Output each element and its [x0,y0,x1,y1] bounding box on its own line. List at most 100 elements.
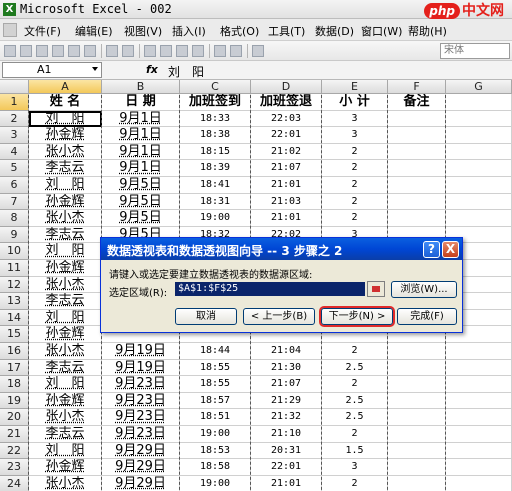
header-cell[interactable]: 加班签到 [180,94,251,111]
table-cell[interactable] [388,343,446,360]
table-cell[interactable]: 9月23日 [102,409,180,426]
table-cell[interactable]: 18:51 [180,409,251,426]
menu-data[interactable]: 数据(D) [315,23,354,39]
table-cell[interactable] [388,110,446,128]
row-header[interactable]: 14 [0,309,29,327]
table-cell[interactable]: 2 [322,426,388,443]
table-cell[interactable]: 刘 阳 [29,309,102,327]
paste-icon[interactable] [176,45,188,57]
row-header[interactable]: 20 [0,409,29,426]
header-cell[interactable]: 备注 [388,94,446,111]
table-cell[interactable] [446,359,512,377]
table-cell[interactable]: 9月19日 [102,343,180,360]
table-cell[interactable]: 21:10 [251,426,322,443]
table-cell[interactable]: 李志云 [29,426,102,443]
table-cell[interactable]: 18:39 [180,160,251,177]
table-cell[interactable]: 19:00 [180,210,251,227]
finish-button[interactable]: 完成(F) [397,308,457,325]
table-cell[interactable]: 李志云 [29,293,102,310]
table-cell[interactable]: 张小杰 [29,210,102,227]
print-icon[interactable] [68,45,80,57]
menu-help[interactable]: 帮助(H) [408,23,447,39]
row-header[interactable]: 2 [0,110,29,128]
column-header-d[interactable]: D [251,80,322,94]
next-button[interactable]: 下一步(N) > [321,308,393,325]
menu-tools[interactable]: 工具(T) [268,23,305,39]
collapse-dialog-button[interactable] [367,281,385,297]
spelling-icon[interactable] [106,45,118,57]
table-cell[interactable] [446,343,512,360]
table-cell[interactable]: 张小杰 [29,475,102,491]
table-cell[interactable]: 孙金辉 [29,193,102,211]
table-cell[interactable] [388,359,446,377]
table-cell[interactable]: 21:29 [251,392,322,410]
table-cell[interactable]: 20:31 [251,442,322,460]
row-header[interactable]: 4 [0,143,29,161]
table-cell[interactable] [388,459,446,476]
table-cell[interactable]: 2.5 [322,392,388,410]
table-cell[interactable] [446,376,512,393]
table-cell[interactable]: 2.5 [322,409,388,426]
header-cell[interactable]: 姓 名 [29,94,102,111]
table-cell[interactable]: 2 [322,160,388,177]
copy-icon[interactable] [160,45,172,57]
table-cell[interactable]: 21:07 [251,376,322,393]
table-cell[interactable]: 3 [322,127,388,144]
table-cell[interactable]: 9月1日 [102,143,180,161]
row-header[interactable]: 17 [0,359,29,377]
table-cell[interactable]: 18:15 [180,143,251,161]
table-cell[interactable] [388,143,446,161]
table-cell[interactable] [446,210,512,227]
table-cell[interactable]: 刘 阳 [29,110,102,128]
menu-view[interactable]: 视图(V) [124,23,162,39]
table-cell[interactable] [446,127,512,144]
insert-function-icon[interactable]: fx [146,63,158,76]
table-cell[interactable]: 9月19日 [102,359,180,377]
table-cell[interactable]: 孙金辉 [29,459,102,476]
table-cell[interactable]: 刘 阳 [29,177,102,194]
row-header[interactable]: 1 [0,94,29,111]
row-header[interactable]: 5 [0,160,29,177]
table-cell[interactable]: 孙金辉 [29,392,102,410]
table-cell[interactable]: 3 [322,110,388,128]
save-icon[interactable] [36,45,48,57]
table-cell[interactable]: 孙金辉 [29,127,102,144]
table-cell[interactable]: 21:02 [251,143,322,161]
menu-insert[interactable]: 插入(I) [172,23,206,39]
row-header[interactable]: 16 [0,343,29,360]
table-cell[interactable]: 1.5 [322,442,388,460]
table-cell[interactable]: 9月23日 [102,376,180,393]
row-header[interactable]: 3 [0,127,29,144]
table-cell[interactable]: 18:41 [180,177,251,194]
table-cell[interactable]: 22:01 [251,127,322,144]
font-name-select[interactable]: 宋体 [440,43,510,59]
table-cell[interactable]: 张小杰 [29,276,102,294]
table-cell[interactable] [388,210,446,227]
table-cell[interactable] [388,193,446,211]
table-cell[interactable]: 9月5日 [102,210,180,227]
table-cell[interactable]: 2 [322,475,388,491]
table-cell[interactable]: 18:44 [180,343,251,360]
menu-window[interactable]: 窗口(W) [361,23,402,39]
column-header-a[interactable]: A [29,80,102,94]
row-header[interactable]: 13 [0,293,29,310]
range-input[interactable]: $A$1:$F$25 [175,282,365,296]
column-header-b[interactable]: B [102,80,180,94]
table-cell[interactable]: 22:03 [251,110,322,128]
table-cell[interactable]: 李志云 [29,226,102,244]
table-cell[interactable]: 张小杰 [29,143,102,161]
cut-icon[interactable] [144,45,156,57]
menu-format[interactable]: 格式(O) [220,23,259,39]
table-cell[interactable]: 9月5日 [102,177,180,194]
table-cell[interactable]: 2 [322,143,388,161]
undo-icon[interactable] [214,45,226,57]
row-header[interactable]: 6 [0,177,29,194]
browse-button[interactable]: 浏览(W)... [391,281,457,298]
table-cell[interactable]: 19:00 [180,426,251,443]
table-cell[interactable]: 21:01 [251,475,322,491]
table-cell[interactable] [446,160,512,177]
table-cell[interactable]: 18:31 [180,193,251,211]
back-button[interactable]: < 上一步(B) [243,308,315,325]
table-cell[interactable]: 21:30 [251,359,322,377]
cancel-button[interactable]: 取消 [175,308,237,325]
